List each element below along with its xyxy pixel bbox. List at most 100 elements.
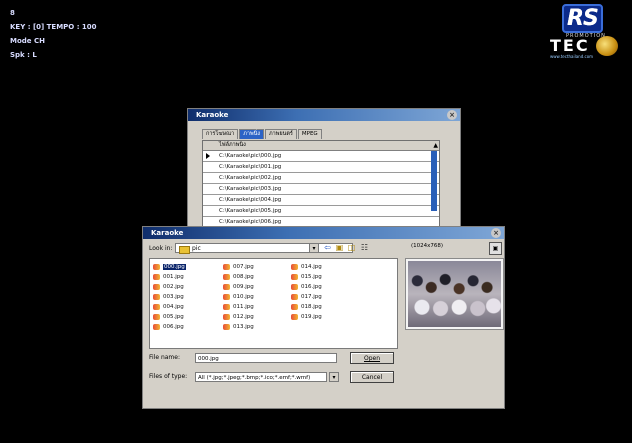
folder-icon [179, 246, 190, 254]
list-item[interactable]: 006.jpg [152, 322, 186, 332]
grid-column-header: ไฟล์ภาพนิ่ง [203, 141, 439, 151]
list-item[interactable]: 014.jpg [290, 262, 322, 272]
image-file-icon [153, 264, 160, 270]
list-item[interactable]: 019.jpg [290, 312, 322, 322]
new-folder-icon[interactable]: ◫ [346, 243, 357, 253]
list-item[interactable]: 004.jpg [152, 302, 186, 312]
image-file-icon [223, 264, 230, 270]
grid-row[interactable]: C:\Karaoke\pic\004.jpg [203, 195, 439, 206]
scroll-up-icon[interactable]: ▲ [433, 142, 438, 149]
list-item[interactable]: 002.jpg [152, 282, 186, 292]
grid-cell: C:\Karaoke\pic\003.jpg [219, 186, 282, 192]
image-file-icon [153, 274, 160, 280]
list-item[interactable]: 011.jpg [222, 302, 254, 312]
tab-still-images[interactable]: ภาพนิ่ง [239, 129, 265, 139]
image-resolution: (1024x768) [411, 243, 444, 249]
preview-toggle-icon[interactable]: ▣ [489, 242, 502, 255]
cancel-button[interactable]: Cancel [350, 371, 394, 383]
tab-mpeg[interactable]: MPEG [297, 129, 322, 139]
grid-cell: C:\Karaoke\pic\006.jpg [219, 219, 282, 225]
rs-promotion-logo: RS PROMOTION [562, 4, 610, 39]
image-file-icon [291, 294, 298, 300]
file-column-2: 007.jpg 008.jpg 009.jpg 010.jpg 011.jpg … [222, 262, 254, 332]
file-name-label: File name: [149, 354, 180, 361]
image-file-icon [153, 314, 160, 320]
open-button[interactable]: Open [350, 352, 394, 364]
image-file-icon [291, 304, 298, 310]
image-file-icon [223, 304, 230, 310]
list-item[interactable]: 009.jpg [222, 282, 254, 292]
list-item[interactable]: 015.jpg [290, 272, 322, 282]
hud-key-tempo: KEY : [0] TEMPO : 100 [10, 23, 97, 31]
file-list: 000.jpg 001.jpg 002.jpg 003.jpg 004.jpg … [149, 258, 398, 349]
image-file-icon [291, 264, 298, 270]
karaoke-settings-window: Karaoke × การโฆษณา ภาพนิ่ง ภาพยนตร์ MPEG… [187, 108, 461, 235]
list-item[interactable]: 018.jpg [290, 302, 322, 312]
image-file-icon [153, 294, 160, 300]
list-item[interactable]: 016.jpg [290, 282, 322, 292]
disc-icon [596, 36, 618, 56]
list-item[interactable]: 017.jpg [290, 292, 322, 302]
back-arrow-icon[interactable]: ⇦ [322, 243, 333, 253]
image-file-icon [223, 324, 230, 330]
tec-logo-subtitle: www.tecthailand.com [550, 54, 594, 59]
chevron-down-icon[interactable]: ▾ [309, 243, 319, 253]
grid-cell: C:\Karaoke\pic\000.jpg [219, 153, 282, 159]
image-file-icon [153, 324, 160, 330]
row-pointer-icon [206, 153, 210, 159]
grid-row[interactable]: C:\Karaoke\pic\003.jpg [203, 184, 439, 195]
look-in-value: pic [192, 245, 201, 252]
window-titlebar[interactable]: Karaoke × [188, 109, 460, 121]
image-preview [405, 258, 504, 330]
image-file-icon [223, 294, 230, 300]
close-icon[interactable]: × [491, 228, 501, 238]
image-file-icon [153, 284, 160, 290]
image-file-icon [223, 274, 230, 280]
list-item[interactable]: 008.jpg [222, 272, 254, 282]
chevron-down-icon[interactable]: ▾ [329, 372, 339, 382]
grid-cell: C:\Karaoke\pic\002.jpg [219, 175, 282, 181]
list-item[interactable]: 003.jpg [152, 292, 186, 302]
tec-logo: TEC www.tecthailand.com [550, 36, 622, 60]
tab-movies[interactable]: ภาพยนตร์ [265, 129, 297, 139]
list-item[interactable]: 005.jpg [152, 312, 186, 322]
dialog-title: Karaoke [151, 229, 184, 237]
image-file-icon [291, 314, 298, 320]
image-file-icon [291, 274, 298, 280]
tab-advertising[interactable]: การโฆษณา [202, 129, 239, 139]
file-column-3: 014.jpg 015.jpg 016.jpg 017.jpg 018.jpg … [290, 262, 322, 322]
list-item[interactable]: 000.jpg [152, 262, 186, 272]
file-column-1: 000.jpg 001.jpg 002.jpg 003.jpg 004.jpg … [152, 262, 186, 332]
dialog-titlebar[interactable]: Karaoke × [143, 227, 504, 239]
look-in-label: Look in: [149, 245, 173, 252]
image-file-icon [223, 314, 230, 320]
list-item[interactable]: 013.jpg [222, 322, 254, 332]
hud-mode: Mode CH [10, 37, 45, 45]
list-item[interactable]: 007.jpg [222, 262, 254, 272]
tab-strip: การโฆษณา ภาพนิ่ง ภาพยนตร์ MPEG [202, 129, 323, 139]
vertical-scrollbar-thumb[interactable] [431, 151, 437, 211]
grid-row[interactable]: C:\Karaoke\pic\001.jpg [203, 162, 439, 173]
grid-row[interactable]: C:\Karaoke\pic\002.jpg [203, 173, 439, 184]
list-item[interactable]: 001.jpg [152, 272, 186, 282]
up-folder-icon[interactable]: ▣ [334, 243, 345, 253]
hud-status: 8 KEY : [0] TEMPO : 100 Mode CH Spk : L [10, 6, 97, 62]
image-file-grid: ไฟล์ภาพนิ่ง C:\Karaoke\pic\000.jpg C:\Ka… [202, 140, 440, 232]
files-of-type-label: Files of type: [149, 373, 188, 380]
open-file-dialog: Karaoke × Look in: pic ▾ ⇦ ▣ ◫ ☷ (1024x7… [142, 226, 505, 409]
hud-speaker: Spk : L [10, 51, 37, 59]
grid-cell: C:\Karaoke\pic\005.jpg [219, 208, 282, 214]
window-title: Karaoke [196, 111, 229, 119]
grid-row[interactable]: C:\Karaoke\pic\000.jpg [203, 151, 439, 162]
file-name-field[interactable]: 000.jpg [195, 353, 337, 363]
grid-cell: C:\Karaoke\pic\004.jpg [219, 197, 282, 203]
tec-logo-text: TEC [550, 36, 590, 55]
view-menu-icon[interactable]: ☷ [359, 243, 370, 253]
grid-row[interactable]: C:\Karaoke\pic\005.jpg [203, 206, 439, 217]
list-item[interactable]: 010.jpg [222, 292, 254, 302]
files-of-type-select[interactable]: All (*.jpg;*.jpeg;*.bmp;*.ico;*.emf;*.wm… [195, 372, 327, 382]
image-file-icon [223, 284, 230, 290]
list-item[interactable]: 012.jpg [222, 312, 254, 322]
close-icon[interactable]: × [447, 110, 457, 120]
image-file-icon [291, 284, 298, 290]
